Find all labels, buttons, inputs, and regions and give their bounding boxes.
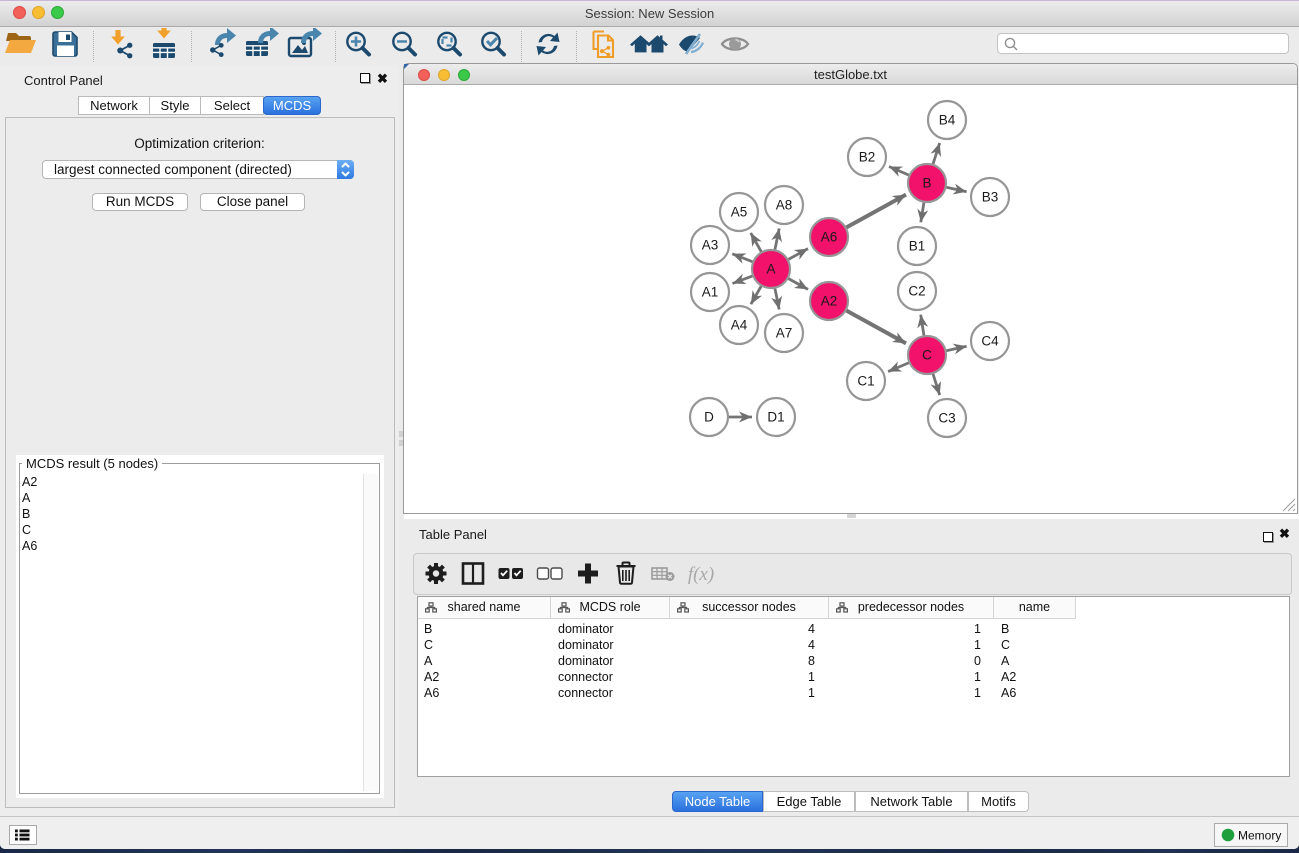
svg-text:A: A [766, 262, 775, 277]
svg-text:B1: B1 [909, 239, 926, 254]
svg-text:C: C [922, 348, 932, 363]
svg-text:A1: A1 [702, 285, 719, 300]
svg-text:C1: C1 [857, 374, 874, 389]
svg-text:A3: A3 [702, 238, 719, 253]
svg-text:B2: B2 [859, 150, 876, 165]
svg-text:A5: A5 [731, 205, 748, 220]
svg-text:B4: B4 [939, 113, 956, 128]
svg-text:C3: C3 [938, 411, 955, 426]
svg-text:D: D [704, 410, 714, 425]
svg-text:B: B [922, 176, 931, 191]
svg-text:A8: A8 [776, 198, 793, 213]
svg-text:A2: A2 [821, 294, 838, 309]
svg-text:A4: A4 [731, 318, 748, 333]
svg-text:f(x): f(x) [688, 564, 714, 585]
svg-text:Memory: Memory [1238, 829, 1281, 843]
svg-text:C2: C2 [908, 284, 925, 299]
svg-text:B3: B3 [982, 190, 999, 205]
svg-text:C4: C4 [981, 334, 999, 349]
svg-text:A7: A7 [776, 326, 793, 341]
svg-text:D1: D1 [767, 410, 784, 425]
svg-text:A6: A6 [821, 230, 838, 245]
